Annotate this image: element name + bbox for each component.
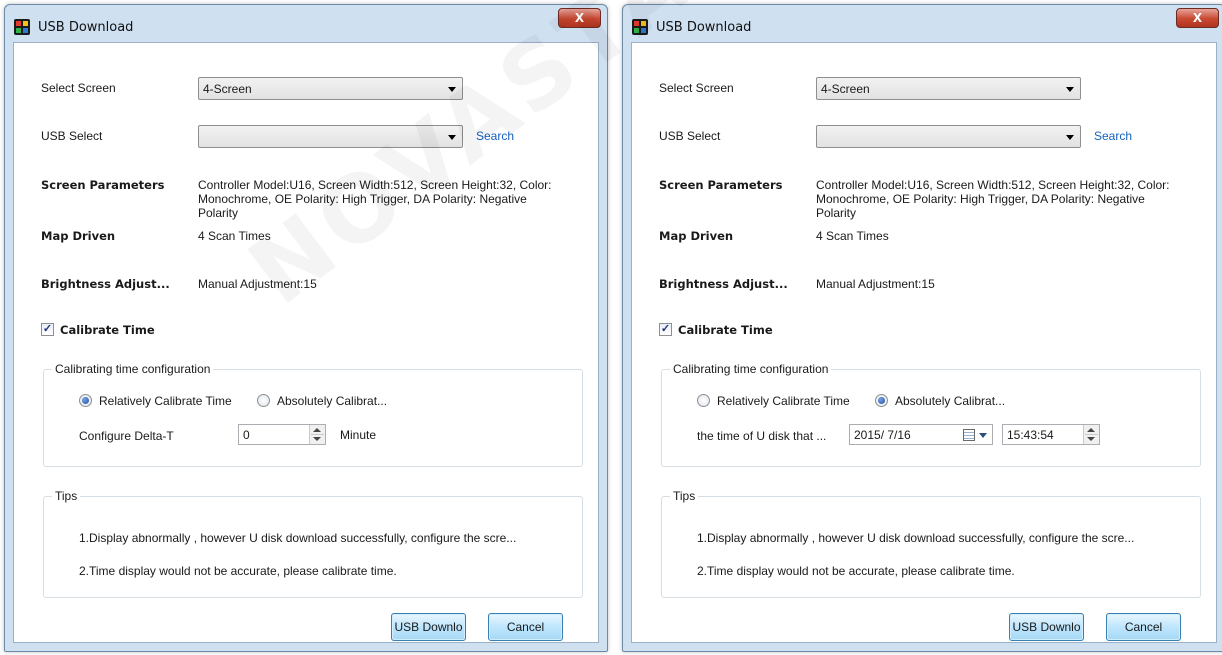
- spin-down-icon: [1087, 437, 1095, 441]
- spin-buttons[interactable]: [1083, 425, 1099, 444]
- close-button[interactable]: X: [558, 8, 601, 28]
- dialog-body: Select Screen 4-Screen USB Select Search…: [631, 42, 1217, 643]
- brightness-adjust-value: Manual Adjustment:15: [816, 277, 935, 291]
- tip-2: 2.Time display would not be accurate, pl…: [697, 564, 1015, 578]
- calibrate-time-checkbox[interactable]: ✓: [659, 323, 672, 336]
- calibration-config-group: Calibrating time configuration Relativel…: [661, 362, 1201, 467]
- relative-calibrate-label: Relatively Calibrate Time: [99, 394, 232, 408]
- chevron-down-icon: [448, 135, 456, 140]
- usb-download-button[interactable]: USB Downlo: [1009, 613, 1084, 641]
- spin-divider: [311, 434, 324, 435]
- time-stepper[interactable]: 15:43:54: [1002, 424, 1100, 445]
- spin-up-icon: [1087, 428, 1095, 432]
- tips-title: Tips: [52, 489, 81, 503]
- chevron-down-icon: [979, 433, 987, 438]
- usb-select-label: USB Select: [41, 129, 103, 143]
- usb-select-label: USB Select: [659, 129, 721, 143]
- map-driven-value: 4 Scan Times: [816, 229, 889, 243]
- tips-title: Tips: [670, 489, 699, 503]
- usb-download-dialog-left: USB Download X Select Screen 4-Screen US…: [4, 4, 608, 652]
- configure-delta-label: Configure Delta-T: [79, 429, 174, 443]
- relative-calibrate-radio[interactable]: [79, 394, 92, 407]
- screen-parameters-label: Screen Parameters: [659, 178, 783, 192]
- brightness-adjust-label: Brightness Adjust...: [659, 277, 788, 291]
- calibrate-time-checkbox[interactable]: ✓: [41, 323, 54, 336]
- date-picker[interactable]: 2015/ 7/16: [849, 424, 993, 445]
- dialog-title: USB Download: [38, 20, 134, 35]
- tip-1: 1.Display abnormally , however U disk do…: [697, 531, 1135, 545]
- usb-select-dropdown[interactable]: [198, 125, 463, 148]
- spin-divider: [1085, 434, 1098, 435]
- delta-t-value: 0: [243, 428, 250, 442]
- close-button[interactable]: X: [1176, 8, 1219, 28]
- time-value: 15:43:54: [1007, 428, 1054, 442]
- tips-group: Tips 1.Display abnormally , however U di…: [661, 489, 1201, 598]
- date-value: 2015/ 7/16: [854, 428, 911, 442]
- delta-t-stepper[interactable]: 0: [238, 424, 326, 445]
- spin-buttons[interactable]: [309, 425, 325, 444]
- calendar-icon: [963, 429, 975, 441]
- u-disk-time-label: the time of U disk that ...: [697, 429, 827, 443]
- dialog-title: USB Download: [656, 20, 752, 35]
- tip-2: 2.Time display would not be accurate, pl…: [79, 564, 397, 578]
- select-screen-value: 4-Screen: [821, 82, 870, 96]
- calibration-config-group: Calibrating time configuration Relativel…: [43, 362, 583, 467]
- usb-select-dropdown[interactable]: [816, 125, 1081, 148]
- app-logo-icon: [632, 19, 648, 35]
- select-screen-dropdown[interactable]: 4-Screen: [816, 77, 1081, 100]
- chevron-down-icon: [448, 87, 456, 92]
- delta-t-unit: Minute: [340, 428, 377, 442]
- usb-download-dialog-right: USB Download X Select Screen 4-Screen US…: [622, 4, 1222, 652]
- calibration-config-title: Calibrating time configuration: [670, 362, 832, 376]
- brightness-adjust-value: Manual Adjustment:15: [198, 277, 317, 291]
- usb-download-button[interactable]: USB Downlo: [391, 613, 466, 641]
- screen-parameters-value: Controller Model:U16, Screen Width:512, …: [198, 178, 552, 220]
- search-link[interactable]: Search: [476, 129, 514, 143]
- select-screen-label: Select Screen: [41, 81, 116, 95]
- absolute-calibrate-radio[interactable]: [875, 394, 888, 407]
- select-screen-label: Select Screen: [659, 81, 734, 95]
- select-screen-dropdown[interactable]: 4-Screen: [198, 77, 463, 100]
- title-bar: USB Download X: [5, 5, 607, 43]
- absolute-calibrate-label: Absolutely Calibrat...: [277, 394, 388, 408]
- dialog-body: Select Screen 4-Screen USB Select Search…: [13, 42, 599, 643]
- relative-calibrate-radio[interactable]: [697, 394, 710, 407]
- absolute-calibrate-label: Absolutely Calibrat...: [895, 394, 1006, 408]
- cancel-button[interactable]: Cancel: [1106, 613, 1181, 641]
- cancel-button[interactable]: Cancel: [488, 613, 563, 641]
- chevron-down-icon: [1066, 87, 1074, 92]
- map-driven-label: Map Driven: [659, 229, 734, 243]
- screen-parameters-label: Screen Parameters: [41, 178, 165, 192]
- calibration-config-title: Calibrating time configuration: [52, 362, 214, 376]
- relative-calibrate-label: Relatively Calibrate Time: [717, 394, 850, 408]
- spin-down-icon: [313, 437, 321, 441]
- tips-group: Tips 1.Display abnormally , however U di…: [43, 489, 583, 598]
- spin-up-icon: [313, 428, 321, 432]
- screen-parameters-value: Controller Model:U16, Screen Width:512, …: [816, 178, 1170, 220]
- app-logo-icon: [14, 19, 30, 35]
- tip-1: 1.Display abnormally , however U disk do…: [79, 531, 517, 545]
- select-screen-value: 4-Screen: [203, 82, 252, 96]
- brightness-adjust-label: Brightness Adjust...: [41, 277, 170, 291]
- map-driven-value: 4 Scan Times: [198, 229, 271, 243]
- title-bar: USB Download X: [623, 5, 1222, 43]
- search-link[interactable]: Search: [1094, 129, 1132, 143]
- map-driven-label: Map Driven: [41, 229, 116, 243]
- chevron-down-icon: [1066, 135, 1074, 140]
- calibrate-time-label: Calibrate Time: [678, 323, 773, 337]
- absolute-calibrate-radio[interactable]: [257, 394, 270, 407]
- calibrate-time-label: Calibrate Time: [60, 323, 155, 337]
